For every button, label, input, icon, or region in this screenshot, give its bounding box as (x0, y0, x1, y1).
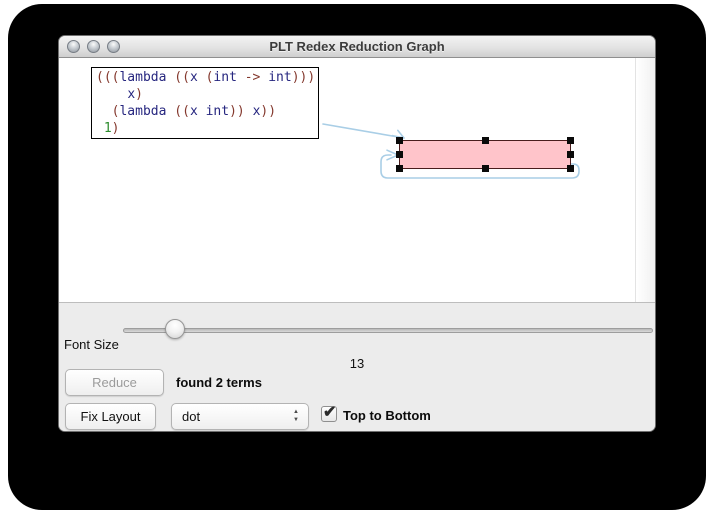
screenshot-stage: PLT Redex Reduction Graph (((lambda ((x … (0, 0, 714, 514)
selection-handle[interactable] (396, 137, 403, 144)
selection-handle[interactable] (567, 137, 574, 144)
top-to-bottom-checkbox[interactable]: ✔ (321, 404, 337, 422)
edge-term1-to-term2 (322, 123, 405, 139)
app-window: PLT Redex Reduction Graph (((lambda ((x … (58, 35, 656, 432)
fix-layout-button[interactable]: Fix Layout (65, 403, 156, 430)
vertical-scrollbar[interactable] (635, 58, 655, 302)
checkmark-icon: ✔ (323, 404, 337, 421)
control-panel: Font Size 13 Reduce found 2 terms Fix La… (59, 304, 655, 431)
selection-handle[interactable] (481, 165, 489, 172)
reduce-button[interactable]: Reduce (65, 369, 164, 396)
selection-handle[interactable] (396, 151, 403, 158)
font-size-slider-track[interactable] (123, 328, 653, 333)
graph-node-source-term[interactable]: (((lambda ((x (int -> int))) x) (lambda … (91, 67, 319, 139)
graph-node-selected-term[interactable]: (lambda ((x int)) x) (396, 137, 574, 421)
layout-algorithm-dropdown[interactable]: dot ▲ ▼ (171, 403, 309, 430)
layout-dropdown-value: dot (182, 409, 201, 424)
font-size-label: Font Size (64, 337, 119, 352)
window-title: PLT Redex Reduction Graph (269, 39, 445, 54)
selection-handle[interactable] (396, 165, 403, 172)
dropdown-stepper-icon: ▲ ▼ (293, 408, 299, 424)
selection-handle[interactable] (567, 151, 574, 158)
selection-handle[interactable] (567, 165, 574, 172)
title-bar[interactable]: PLT Redex Reduction Graph (59, 36, 655, 58)
stepper-down-icon: ▼ (293, 417, 299, 423)
font-size-slider-thumb[interactable] (165, 319, 185, 339)
top-to-bottom-label: Top to Bottom (343, 408, 431, 423)
selection-handle[interactable] (481, 137, 489, 144)
stepper-up-icon: ▲ (293, 409, 299, 415)
status-text: found 2 terms (176, 375, 262, 390)
reduction-graph-canvas[interactable]: (((lambda ((x (int -> int))) x) (lambda … (59, 58, 655, 421)
